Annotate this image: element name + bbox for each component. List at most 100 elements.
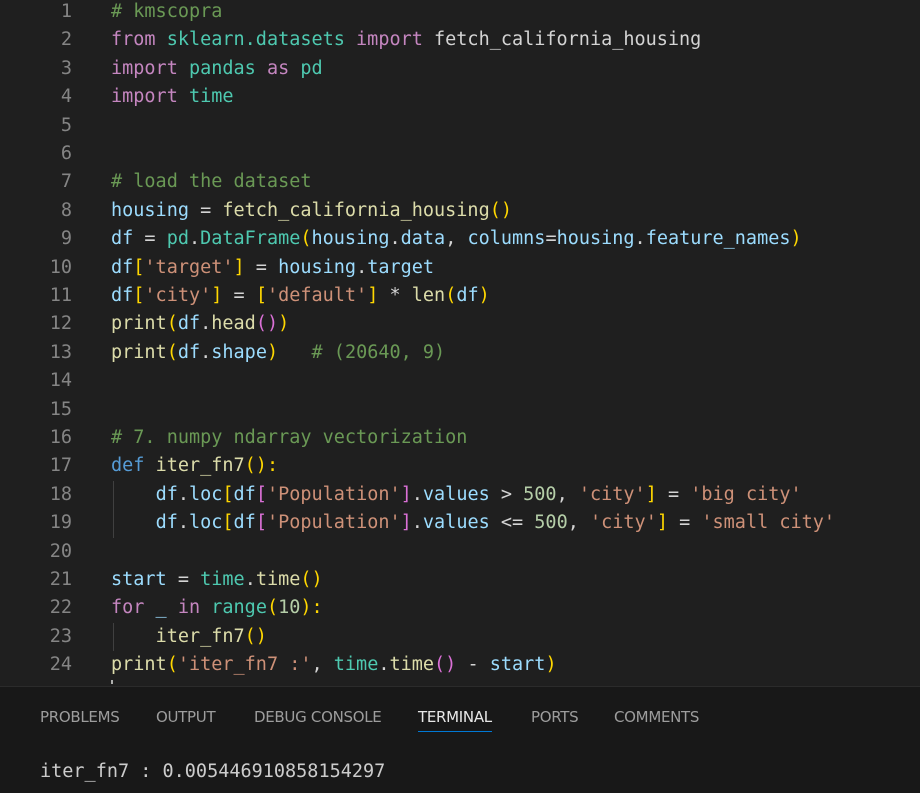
code-token: iter_fn7 [155,625,245,647]
tab-output[interactable]: OUTPUT [156,705,216,729]
code-line[interactable]: 1 # kmscopra [0,0,920,26]
code-token: 'city' [590,512,657,534]
code-line[interactable]: 7 # load the dataset [0,168,920,196]
code-token: range [211,597,267,619]
code-line[interactable]: 9 df = pd.DataFrame(housing.data, columns… [0,225,920,253]
code-token: = [222,285,256,306]
code-token: , [567,512,590,534]
bottom-panel: PROBLEMS OUTPUT DEBUG CONSOLE TERMINAL P… [0,686,920,793]
code-token: 'default' [266,285,368,306]
code-line[interactable]: 22 for _ in range(10): [0,594,920,622]
code-line[interactable]: 16 # 7. numpy ndarray vectorization [0,424,920,452]
code-line[interactable]: 21 start = time.time() [0,566,920,594]
code-line[interactable]: 5 [0,112,920,140]
code-token: time [389,654,435,676]
code-line[interactable]: 20 [0,538,920,566]
line-number: 20 [49,540,72,562]
code-token: . [378,654,390,676]
code-token: shape [211,341,267,363]
code-token: [ [133,285,145,306]
code-token: values [422,512,490,534]
line-number: 9 [60,228,72,250]
line-number: 4 [60,86,72,108]
code-editor[interactable]: 1 # kmscopra 2 from sklearn.datasets import… [0,0,920,684]
code-token: loc [188,512,223,534]
code-token: ] [367,285,379,306]
code-line[interactable]: 18 df.loc[df['Population'].values > 500,… [0,481,920,509]
line-number: 22 [49,597,72,619]
code-line[interactable]: 17 def iter_fn7(): [0,452,920,480]
code-token: print [111,341,167,363]
code-text: iter_fn7() [111,623,267,651]
code-token: () [434,654,457,676]
code-token: ) [478,285,490,306]
line-number: 3 [60,57,72,79]
code-text: df.loc[df['Population'].values <= 500, '… [111,509,835,537]
code-token: 'target' [144,256,234,278]
code-token: 10 [278,597,301,619]
code-line[interactable]: 4 import time [0,83,920,111]
code-token: def [111,455,145,477]
code-token: head [211,313,256,335]
code-token: time [200,569,245,590]
line-number: 15 [49,398,72,420]
code-line[interactable]: 19 df.loc[df['Population'].values <= 500… [0,509,920,537]
line-number: 11 [49,285,72,306]
code-line[interactable]: 11 df['city'] = ['default'] * len(df) [0,282,920,310]
code-line[interactable]: 2 from sklearn.datasets import fetch_cali… [0,26,920,54]
code-token: 'Population' [266,512,401,534]
code-text: import pandas as pd [111,55,323,83]
code-line[interactable]: 14 [0,367,920,395]
code-line[interactable]: 3 import pandas as pd [0,55,920,83]
code-token: df [155,512,178,534]
tab-ports[interactable]: PORTS [531,705,579,729]
code-line[interactable]: 24 print('iter_fn7 :', time.time() - star… [0,651,920,679]
line-number: 2 [60,29,72,51]
code-line[interactable]: 13 print(df.shape) # (20640, 9) [0,339,920,367]
code-token: fetch_california_housing [422,29,702,51]
code-token: sklearn.datasets [155,29,357,51]
code-line[interactable]: 23 iter_fn7() [0,623,920,651]
code-text: # 7. numpy ndarray vectorization [111,424,467,452]
code-token: 500 [523,483,557,505]
code-token: _ [144,597,178,619]
tab-debug-console[interactable]: DEBUG CONSOLE [254,705,382,729]
code-token: [ [255,285,267,306]
code-token: print [111,654,167,676]
line-number: 17 [49,455,72,477]
tab-problems[interactable]: PROBLEMS [40,705,120,729]
code-line[interactable]: 12 print(df.head()) [0,310,920,338]
code-token: ( [166,313,178,335]
line-number: 12 [49,313,72,335]
code-line[interactable]: 6 [0,140,920,168]
code-token: housing [556,228,635,250]
code-token: time [333,654,379,676]
code-token: ] [656,512,668,534]
code-line[interactable]: 10 df['target'] = housing.target [0,254,920,282]
code-token: df [177,341,201,363]
tab-terminal[interactable]: TERMINAL [418,705,492,732]
code-token: = [667,512,702,534]
terminal-output[interactable]: iter_fn7 : 0.005446910858154297 [40,761,385,782]
code-token: fetch_california_housing [222,199,490,221]
code-token: start [111,569,167,590]
code-token: # kmscopra [111,1,223,22]
code-token: . [177,512,189,534]
code-text: print(df.head()) [111,310,289,338]
code-token: df [155,483,178,505]
code-token: columns [467,228,546,250]
tab-comments[interactable]: COMMENTS [614,705,699,729]
code-token: [ [255,483,267,505]
code-token: # 7. numpy ndarray vectorization [111,427,468,448]
code-token: ( [166,341,178,363]
code-text: import time [111,83,234,111]
code-line[interactable]: 15 [0,396,920,424]
code-token: [ [222,512,234,534]
code-line[interactable]: 8 housing = fetch_california_housing() [0,197,920,225]
code-token: import [111,86,178,108]
code-token: ) [790,228,802,250]
code-token: , [445,228,468,250]
